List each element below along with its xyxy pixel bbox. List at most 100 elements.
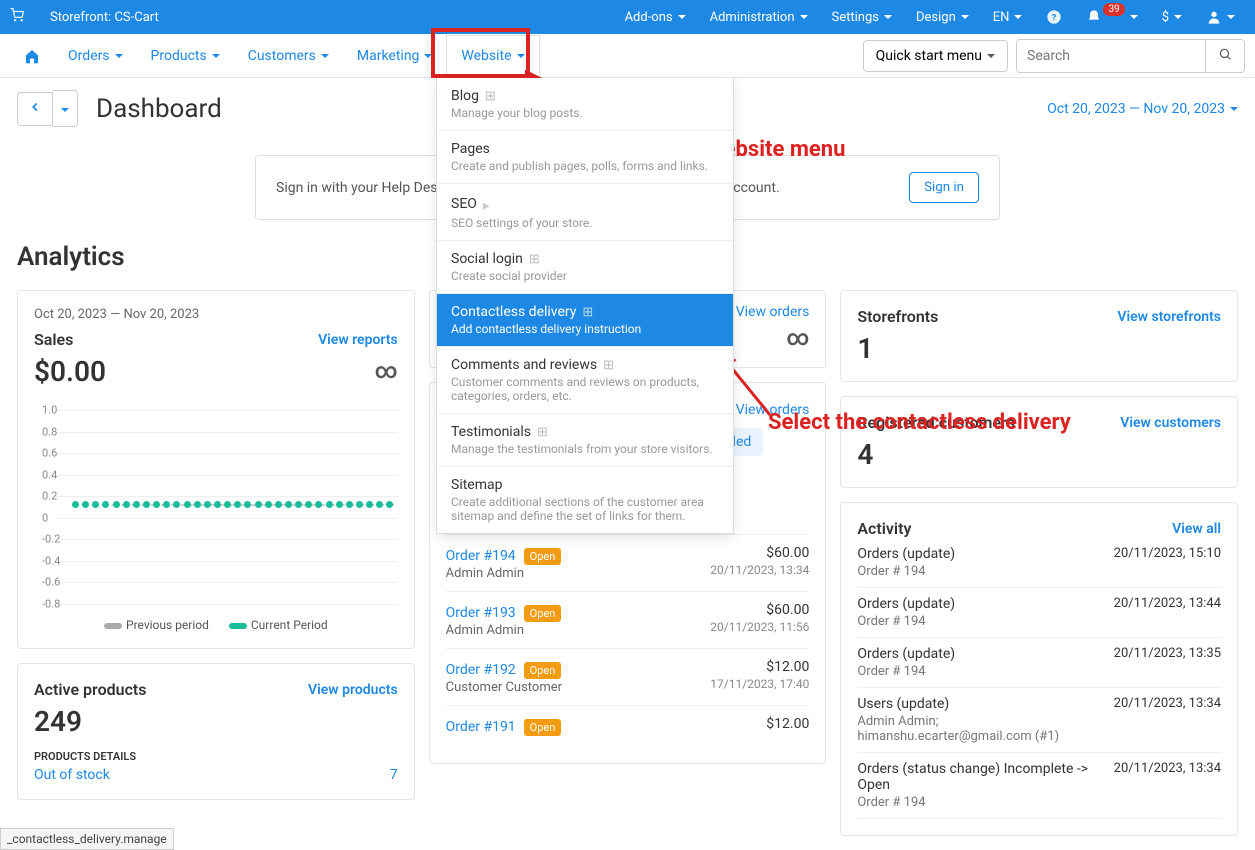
order-price: $12.00 xyxy=(766,716,809,732)
notifications-icon[interactable]: 39 xyxy=(1076,1,1147,33)
user-icon[interactable] xyxy=(1196,1,1245,33)
nav-products[interactable]: Products xyxy=(137,36,234,76)
puzzle-icon: ⊞ xyxy=(537,425,548,440)
view-products-link[interactable]: View products xyxy=(308,682,398,698)
quick-start-button[interactable]: Quick start menu xyxy=(863,40,1008,72)
infinity-icon-2: ∞ xyxy=(786,326,809,351)
back-button-dropdown[interactable] xyxy=(53,90,78,127)
svg-text:?: ? xyxy=(1052,12,1057,23)
chart-tick: 0.4 xyxy=(42,468,57,481)
chart-tick: 0.6 xyxy=(42,447,57,460)
top-administration[interactable]: Administration xyxy=(700,2,818,33)
search-input[interactable] xyxy=(1016,39,1206,73)
dropdown-item-blog[interactable]: Blog ⊞Manage your blog posts. xyxy=(437,78,733,131)
dropdown-item-title: Pages xyxy=(451,141,490,157)
dropdown-item-desc: Create additional sections of the custom… xyxy=(451,495,719,523)
topbar: Storefront: CS-Cart Add-ons Administrati… xyxy=(0,0,1255,34)
registered-card: Registered customers View customers 4 xyxy=(840,396,1238,488)
dropdown-item-pages[interactable]: Pages Create and publish pages, polls, f… xyxy=(437,131,733,184)
activity-sub: Order # 194 xyxy=(857,614,955,629)
dropdown-item-sitemap[interactable]: Sitemap Create additional sections of th… xyxy=(437,467,733,533)
chart-tick: -0.2 xyxy=(42,533,60,546)
nav-marketing[interactable]: Marketing xyxy=(343,36,447,76)
order-row: Order #193 OpenAdmin Admin$60.0020/11/20… xyxy=(446,591,810,648)
dropdown-item-comments-and-reviews[interactable]: Comments and reviews ⊞Customer comments … xyxy=(437,347,733,414)
sales-range: Oct 20, 2023 — Nov 20, 2023 xyxy=(34,307,398,322)
order-status-badge: Open xyxy=(524,548,562,565)
view-storefronts-link[interactable]: View storefronts xyxy=(1117,309,1221,325)
activity-title: Orders (update) xyxy=(857,646,955,662)
order-date: 20/11/2023, 13:34 xyxy=(710,563,809,577)
registered-count: 4 xyxy=(857,438,873,471)
order-price: $60.00 xyxy=(710,602,809,618)
dropdown-item-desc: Manage your blog posts. xyxy=(451,106,719,120)
cart-icon[interactable] xyxy=(10,8,24,26)
order-id-link[interactable]: Order #192 xyxy=(446,662,516,678)
order-id-link[interactable]: Order #193 xyxy=(446,605,516,621)
order-customer: Customer Customer xyxy=(446,680,562,695)
chart-tick: -0.8 xyxy=(42,598,60,611)
order-status-badge: Open xyxy=(524,662,562,679)
nav-website[interactable]: Website xyxy=(446,35,539,76)
activity-title: Activity xyxy=(857,519,911,538)
sales-amount: $0.00 xyxy=(34,355,106,388)
top-currency[interactable]: $ xyxy=(1152,2,1192,33)
dropdown-item-testimonials[interactable]: Testimonials ⊞Manage the testimonials fr… xyxy=(437,414,733,467)
activity-sub: Order # 194 xyxy=(857,795,1103,810)
order-id-link[interactable]: Order #194 xyxy=(446,548,516,564)
date-range-picker[interactable]: Oct 20, 2023 — Nov 20, 2023 xyxy=(1047,101,1238,117)
top-language[interactable]: EN xyxy=(983,2,1033,33)
out-of-stock-count[interactable]: 7 xyxy=(390,767,398,783)
chart-tick: -0.4 xyxy=(42,554,60,567)
order-price: $60.00 xyxy=(710,545,809,561)
dropdown-item-contactless-delivery[interactable]: Contactless delivery ⊞Add contactless de… xyxy=(437,294,733,347)
activity-row: Orders (status change) Incomplete -> Ope… xyxy=(857,753,1221,819)
order-id-link[interactable]: Order #191 xyxy=(446,719,516,735)
activity-row: Orders (update)Order # 19420/11/2023, 13… xyxy=(857,588,1221,638)
dropdown-item-social-login[interactable]: Social login ⊞Create social provider xyxy=(437,241,733,294)
back-button[interactable] xyxy=(17,92,53,126)
infinity-icon: ∞ xyxy=(375,359,398,384)
view-orders-link-2[interactable]: View orders xyxy=(736,402,810,418)
page-title: Dashboard xyxy=(96,94,222,124)
storefront-link[interactable]: Storefront: CS-Cart xyxy=(40,2,169,33)
nav-home[interactable] xyxy=(10,36,54,76)
dropdown-item-desc: Create and publish pages, polls, forms a… xyxy=(451,159,719,173)
activity-title: Orders (update) xyxy=(857,546,955,562)
nav-orders[interactable]: Orders xyxy=(54,36,137,76)
chart-tick: 1.0 xyxy=(42,404,57,417)
activity-time: 20/11/2023, 13:35 xyxy=(1114,646,1221,679)
view-customers-link[interactable]: View customers xyxy=(1120,415,1221,431)
order-row: Order #194 OpenAdmin Admin$60.0020/11/20… xyxy=(446,534,810,591)
view-orders-link-1[interactable]: View orders xyxy=(736,304,810,320)
signin-button[interactable]: Sign in xyxy=(909,172,979,203)
search-box xyxy=(1016,39,1245,73)
out-of-stock-link[interactable]: Out of stock xyxy=(34,767,110,783)
notif-badge: 39 xyxy=(1103,3,1124,16)
dropdown-item-seo[interactable]: SEO ▸SEO settings of your store. xyxy=(437,184,733,241)
dropdown-item-title: Blog xyxy=(451,88,479,104)
view-reports-link[interactable]: View reports xyxy=(318,332,398,348)
nav-customers[interactable]: Customers xyxy=(234,36,343,76)
activity-sub: Admin Admin; himanshu.ecarter@gmail.com … xyxy=(857,714,1103,744)
top-settings[interactable]: Settings xyxy=(822,2,902,33)
dropdown-item-desc: Manage the testimonials from your store … xyxy=(451,442,719,456)
chart-tick: 0 xyxy=(42,511,48,524)
storefronts-card: Storefronts View storefronts 1 xyxy=(840,290,1238,382)
top-design[interactable]: Design xyxy=(906,2,979,33)
dropdown-item-title: SEO xyxy=(451,196,477,212)
order-status-badge: Open xyxy=(524,605,562,622)
legend-cur: Current Period xyxy=(229,618,328,632)
order-date: 20/11/2023, 11:56 xyxy=(710,620,809,634)
dropdown-item-desc: Add contactless delivery instruction xyxy=(451,322,719,336)
activity-sub: Order # 194 xyxy=(857,564,955,579)
view-all-link[interactable]: View all xyxy=(1172,521,1221,537)
help-icon[interactable]: ? xyxy=(1036,1,1072,33)
dropdown-item-desc: Customer comments and reviews on product… xyxy=(451,375,719,403)
search-button[interactable] xyxy=(1206,39,1245,73)
sales-chart: 1.00.80.60.40.20-0.2-0.4-0.6-0.8 xyxy=(34,402,398,612)
storefronts-count: 1 xyxy=(857,332,873,365)
chart-tick: 0.2 xyxy=(42,490,57,503)
top-addons[interactable]: Add-ons xyxy=(615,2,696,33)
products-title: Active products xyxy=(34,680,147,699)
